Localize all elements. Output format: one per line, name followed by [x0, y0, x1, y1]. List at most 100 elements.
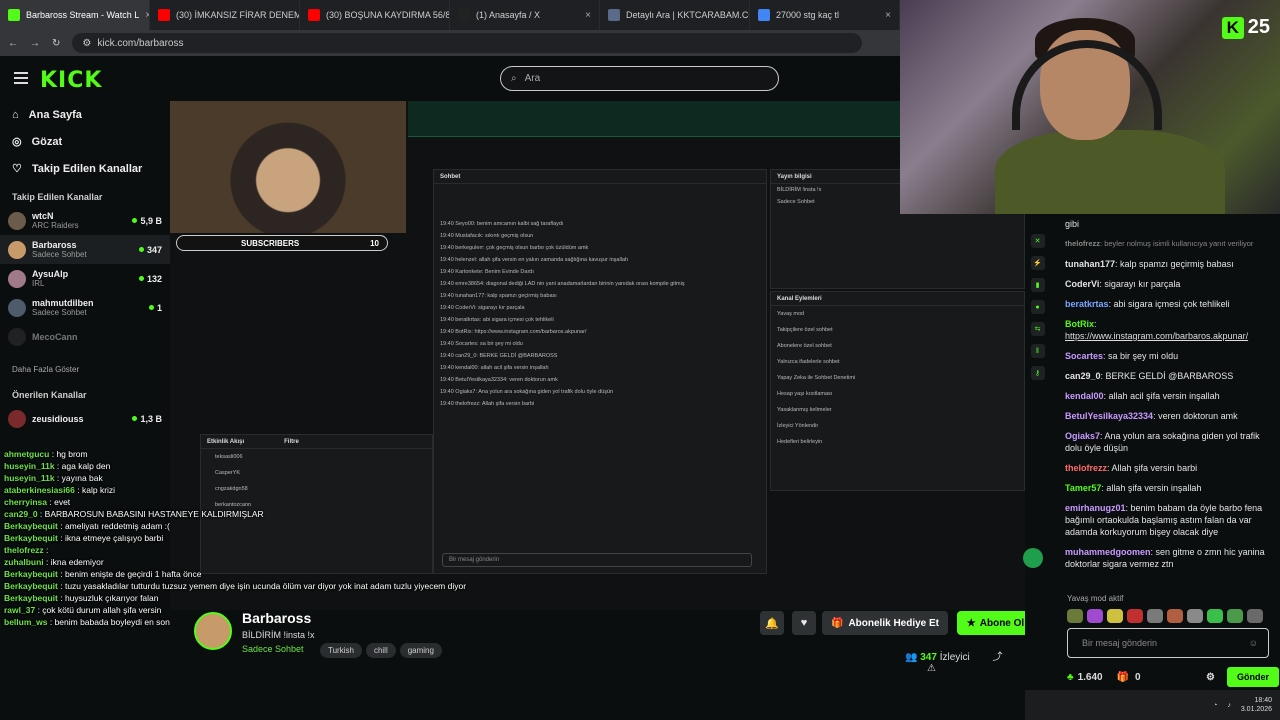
chat-username[interactable]: thelofrezz [1065, 239, 1100, 248]
chat-username[interactable]: Socartes [1065, 351, 1103, 361]
viewer-number: 347 [920, 652, 937, 663]
stream-category[interactable]: Sadece Sohbet [242, 644, 304, 654]
overlay-chat-line: Berkaybequit : ameliyatı reddetmiş adam … [0, 520, 370, 532]
heart-icon[interactable]: ♥ [792, 611, 816, 635]
gift-subscription-button[interactable]: 🎁 Abonelik Hediye Et [822, 611, 948, 635]
chat-text: beyler nolmuş isimli kullanıcıya yanıt v… [1104, 239, 1254, 248]
browser-tab[interactable]: (30) İMKANSIZ FİRAR DENEME× [150, 0, 300, 30]
stream-tag[interactable]: chill [365, 643, 396, 658]
chat-username[interactable]: emirhanugz01 [1065, 503, 1126, 513]
search-input[interactable]: ⌕ Ara [500, 66, 779, 91]
chat-username[interactable]: thelofrezz [1065, 463, 1107, 473]
chat-username[interactable]: BotRix [1065, 319, 1094, 329]
chat-username[interactable]: BetulYesilkaya32334 [1065, 411, 1153, 421]
stream-tag[interactable]: Turkish [320, 643, 362, 658]
followed-channel[interactable]: wtcN ARC Raiders 5,9 B [0, 206, 170, 235]
emote-icon[interactable] [1107, 609, 1123, 623]
browser-tab[interactable]: (1) Anasayfa / X × [450, 0, 600, 30]
emote-icon[interactable] [1227, 609, 1243, 623]
close-tab-icon[interactable]: × [585, 10, 591, 21]
pause-icon[interactable]: ‖ [1030, 344, 1045, 358]
activity-filter: Filtre [284, 438, 299, 445]
emoji-icon[interactable]: ☺ [1249, 638, 1258, 648]
chat-username[interactable]: CoderVi [1065, 279, 1099, 289]
chat-username[interactable]: can29_0 [1065, 371, 1101, 381]
points-icon[interactable]: ♣ [1067, 672, 1074, 683]
overlay-chat-user: Berkaybequit [4, 593, 58, 603]
chat-username[interactable]: Tamer57 [1065, 483, 1101, 493]
chat-text: gibi [1065, 219, 1080, 229]
back-icon[interactable]: ← [8, 38, 18, 49]
viewer-label: İzleyici [939, 652, 970, 663]
gift-count-icon[interactable]: 🎁 [1117, 672, 1129, 683]
emote-icon[interactable] [1207, 609, 1223, 623]
overlay-chat-line: zuhalbuni : ikna edemiyor [0, 556, 370, 568]
pin-icon[interactable]: ⚡ [1030, 256, 1045, 270]
forward-icon[interactable]: → [30, 38, 40, 49]
report-icon[interactable]: ⚠ [927, 663, 936, 674]
browser-tab[interactable]: (30) BOŞUNA KAYDIRMA 56/8× [300, 0, 450, 30]
recommended-channel[interactable]: zeusidiouss 1,3 B [0, 404, 170, 433]
nav-label: Ana Sayfa [28, 108, 82, 121]
site-info-icon[interactable]: ⚙ [82, 38, 91, 49]
chat-username[interactable]: tunahan177 [1065, 259, 1115, 269]
stream-tag[interactable]: gaming [399, 643, 442, 658]
chat-username[interactable]: Ogiaks7 [1065, 431, 1100, 441]
followed-channel[interactable]: AysuAlp IRL 132 [0, 264, 170, 293]
chat-username[interactable]: kendal00 [1065, 391, 1104, 401]
browser-tab[interactable]: 27000 stg kaç tl × [750, 0, 900, 30]
channel-text: AysuAlp IRL [32, 269, 68, 288]
reload-icon[interactable]: ↻ [52, 38, 60, 49]
chat-footer: ♣ 1.640 🎁 0 ⚙ Gönder [1067, 666, 1279, 688]
subscribers-label: SUBSCRIBERS [241, 238, 300, 248]
emote-icon[interactable] [1167, 609, 1183, 623]
channel-category: Sadece Sohbet [32, 250, 87, 259]
emote-icon[interactable] [1127, 609, 1143, 623]
show-more-link[interactable]: Daha Fazla Göster [0, 351, 170, 380]
chat-username[interactable]: beratkrtas [1065, 299, 1109, 309]
wifi-icon[interactable]: ◔ [1213, 702, 1217, 709]
viewer-count: 347 [138, 245, 162, 255]
close-icon[interactable]: ✕ [1030, 234, 1045, 248]
subscribe-button[interactable]: ★ Abone Ol [957, 611, 1034, 635]
close-tab-icon[interactable]: × [885, 10, 891, 21]
emote-icon[interactable] [1247, 609, 1263, 623]
volume-icon[interactable]: ♪ [1227, 702, 1231, 709]
chat-link[interactable]: https://www.instagram.com/barbaros.akpun… [1065, 331, 1248, 341]
chat-input[interactable]: Bir mesaj gönderin ☺ [1067, 628, 1269, 658]
chat-text: veren doktorun amk [1158, 411, 1238, 421]
chat-username[interactable]: muhammedgoomen [1065, 547, 1151, 557]
channel-category: Sadece Sohbet [32, 308, 87, 317]
sidebar-nav-item[interactable]: ♡ Takip Edilen Kanallar [0, 155, 170, 182]
activity-header: Etkinlik Akışı Filtre [201, 435, 432, 449]
link-icon[interactable]: ⇆ [1030, 322, 1045, 336]
kick-logo[interactable]: KICK [40, 68, 102, 93]
trash-icon[interactable]: ▮ [1030, 278, 1045, 292]
streamer-avatar[interactable] [194, 612, 232, 650]
overlay-chat-sep: : [57, 569, 65, 579]
menu-icon[interactable] [14, 72, 28, 87]
send-button[interactable]: Gönder [1226, 667, 1279, 687]
emote-icon[interactable] [1187, 609, 1203, 623]
share-icon[interactable]: ⤴ [993, 652, 1003, 663]
heart-icon: ♡ [12, 163, 22, 175]
emote-icon[interactable] [1087, 609, 1103, 623]
settings-icon[interactable]: ⚙ [1206, 672, 1215, 683]
stream-title: BİLDİRİM !insta !x [242, 630, 315, 640]
browser-tab[interactable]: Barbaross Stream - Watch L× [0, 0, 150, 30]
sidebar-nav-item[interactable]: ◎ Gözat [0, 128, 170, 155]
followed-channel[interactable]: mahmutdilben Sadece Sohbet 1 [0, 293, 170, 322]
streamer-name[interactable]: Barbaross [242, 610, 311, 626]
bell-icon[interactable]: 🔔 [760, 611, 784, 635]
refresh-float-button[interactable] [1023, 548, 1043, 568]
emote-icon[interactable] [1067, 609, 1083, 623]
browser-tab[interactable]: Detaylı Ara | KKTCARABAM.CO× [600, 0, 750, 30]
followed-channel[interactable]: Barbaross Sadece Sohbet 347 [0, 235, 170, 264]
sidebar-nav-item[interactable]: ⌂ Ana Sayfa [0, 101, 170, 128]
key-icon[interactable]: ⚷ [1030, 366, 1045, 380]
channel-action-item: Hesap yaşı kısıtlaması [777, 391, 833, 397]
followed-channel[interactable]: MecoCann [0, 322, 170, 351]
message-icon[interactable]: ● [1030, 300, 1045, 314]
emote-icon[interactable] [1147, 609, 1163, 623]
url-field[interactable]: ⚙ kick.com/barbaross [72, 33, 863, 53]
